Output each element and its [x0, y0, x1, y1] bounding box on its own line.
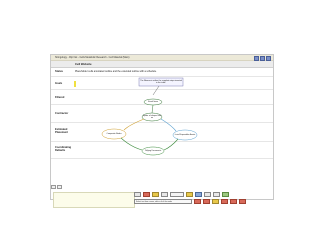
node-left-label[interactable]: Composite Nodes — [102, 129, 126, 139]
tool-button[interactable] — [213, 192, 220, 197]
node-bottom-label[interactable]: Tallying Documents — [142, 147, 164, 155]
edge-top-center — [151, 104, 154, 114]
toolbar-row-1 — [134, 192, 229, 197]
status-text: Select text from cursor, edit or click t… — [136, 201, 172, 203]
tool-button[interactable] — [161, 192, 168, 197]
edge-left-bottom — [120, 137, 143, 151]
tool-dropdown[interactable] — [170, 192, 184, 197]
node-right-label[interactable]: Lucid Disposable Assets — [173, 130, 197, 140]
node-top-label[interactable]: Visual Items — [144, 100, 162, 104]
callout-arrow — [152, 85, 160, 96]
callout-text: The Fibonacci outline the complete steps… — [140, 79, 182, 84]
tool-button[interactable] — [212, 199, 219, 204]
tool-button[interactable] — [203, 199, 210, 204]
edge-right-bottom — [163, 138, 179, 151]
tool-button[interactable] — [152, 192, 159, 197]
tab-1[interactable] — [51, 185, 56, 189]
tool-button[interactable] — [186, 192, 193, 197]
tool-button[interactable] — [221, 199, 228, 204]
node-center-label[interactable]: Spider of shapes hold on — [142, 113, 162, 121]
tool-button[interactable] — [143, 192, 150, 197]
concept-diagram — [101, 77, 198, 156]
bottom-tabs — [51, 185, 62, 189]
edge-center-left — [123, 118, 145, 131]
tool-button[interactable] — [195, 192, 202, 197]
notes-input-area[interactable] — [53, 192, 135, 208]
tool-button[interactable] — [134, 192, 141, 197]
tool-button[interactable] — [230, 199, 237, 204]
main-window: Stringology - Flip Net - Cells Metabolic… — [50, 54, 274, 200]
tool-button[interactable] — [239, 199, 246, 204]
tool-button[interactable] — [222, 192, 229, 197]
tab-2[interactable] — [57, 185, 62, 189]
tool-button[interactable] — [204, 192, 211, 197]
tool-button[interactable] — [194, 199, 201, 204]
